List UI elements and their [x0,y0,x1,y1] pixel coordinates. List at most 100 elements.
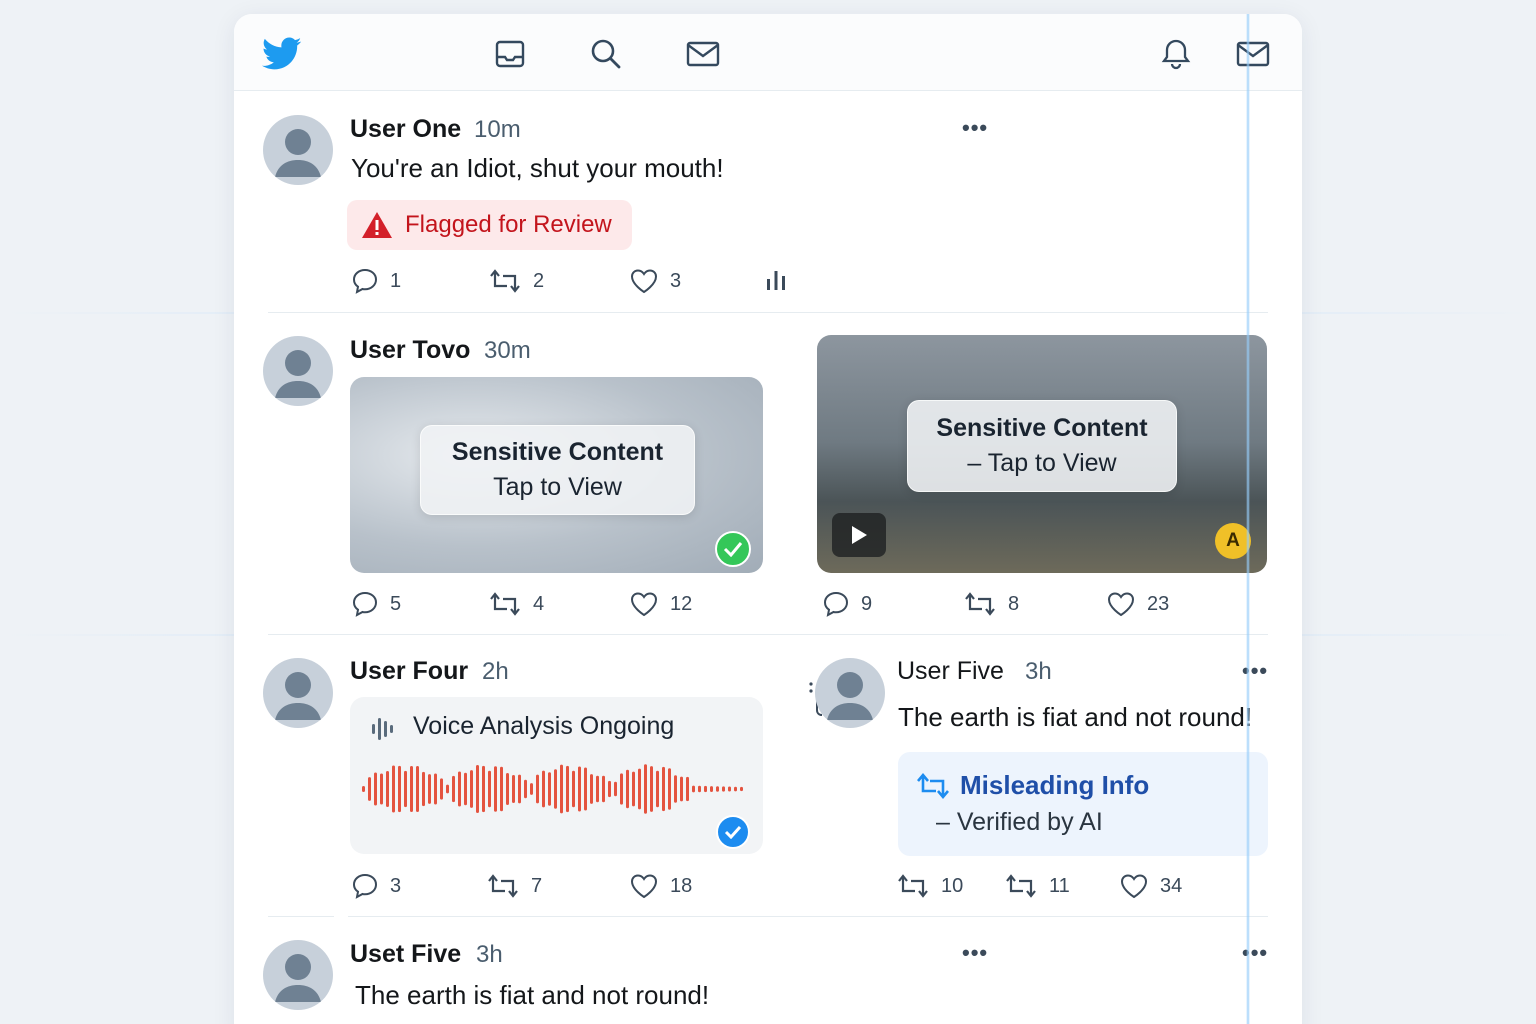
play-icon [852,526,867,544]
like-button[interactable]: 18 [630,873,692,899]
waveform-bar [560,764,563,814]
divider [348,916,1268,917]
more-options-icon[interactable]: ••• [962,940,988,966]
mail-icon[interactable] [684,36,722,72]
top-nav-bar [234,14,1302,91]
waveform-bar [548,772,551,806]
retweet-button[interactable]: 2 [489,268,544,294]
waveform-bar [428,774,431,804]
misleading-info-notice[interactable]: Misleading Info – Verified by AI [898,752,1268,856]
waveform-bar [500,766,503,812]
reply-button[interactable]: 3 [352,873,401,899]
user-name[interactable]: User Five [897,657,1004,686]
sensitive-content-overlay[interactable]: Sensitive Content Tap to View [420,425,695,515]
tweet-text: You're an Idiot, shut your mouth! [351,153,724,183]
waveform-bar [374,772,377,806]
verified-check-icon [715,531,751,567]
waveform-bar [668,768,671,810]
waveform-bar [596,775,599,803]
waveform-bar [650,766,653,812]
reply-count: 1 [390,269,402,292]
avatar[interactable] [263,658,333,728]
retweet-count: 4 [533,592,545,615]
reply-button[interactable]: 1 [352,268,401,294]
like-count: 34 [1160,874,1183,897]
more-options-icon[interactable]: ••• [1242,940,1268,966]
reply-button[interactable]: 5 [352,591,401,617]
waveform-bar [422,771,425,807]
waveform-bar [686,776,689,802]
like-button[interactable]: 3 [630,268,681,294]
user-name[interactable]: Uset Five [350,940,461,969]
more-options-icon[interactable]: ••• [1242,658,1268,684]
sensitive-media[interactable]: Sensitive Content Tap to View [350,377,763,573]
timestamp: 10m [474,116,521,143]
waveform-bar [398,765,401,813]
sensitive-content-overlay[interactable]: Sensitive Content – Tap to View [907,400,1177,492]
waveform-bar [542,770,545,808]
user-name[interactable]: User Four [350,657,468,686]
misleading-title: Misleading Info [960,770,1150,800]
retweet-button[interactable]: 11 [1005,873,1070,899]
inbox-icon[interactable] [492,36,528,72]
waveform-bar [644,764,647,814]
flagged-badge: Flagged for Review [347,200,632,250]
waveform-bar [476,764,479,814]
misleading-subtitle: – Verified by AI [936,808,1103,836]
sensitive-subtitle: – Tap to View [967,449,1117,477]
retweet-button[interactable]: 8 [964,591,1019,617]
waveform-bar [722,786,725,792]
retweet-count: 11 [1049,874,1070,897]
waveform-bar [566,765,569,813]
like-button[interactable]: 23 [1107,591,1169,617]
ai-badge: A [1215,523,1251,559]
mail-icon[interactable] [1234,36,1272,72]
verified-check-icon [716,815,750,849]
user-name[interactable]: User One [350,115,461,144]
divider [268,916,334,917]
waveform-bar [662,766,665,812]
heart-icon [1120,874,1148,899]
heart-icon [1107,592,1135,617]
avatar[interactable] [263,336,333,406]
play-button[interactable] [832,513,886,557]
twitter-logo-icon[interactable] [260,34,304,74]
analytics-icon [767,271,785,290]
avatar[interactable] [263,940,333,1010]
waveform-bar [680,776,683,802]
more-options-icon[interactable]: ••• [962,115,988,141]
like-button[interactable]: 34 [1120,873,1182,899]
waveform-bar [512,774,515,804]
waveform-bar [488,770,491,808]
avatar[interactable] [263,115,333,185]
like-button[interactable]: 12 [630,591,692,617]
retweet-icon [1006,874,1036,898]
reply-button[interactable]: 9 [823,591,872,617]
waveform-bar [368,777,371,801]
waveform-bar [728,786,731,792]
search-icon[interactable] [588,36,624,72]
like-count: 3 [670,269,682,292]
retweet-count: 2 [533,269,545,292]
sensitive-video[interactable]: Sensitive Content – Tap to View A [817,335,1267,573]
waveform-bar [362,786,365,792]
retweet-count: 7 [531,874,543,897]
sensitive-title: Sensitive Content [451,438,664,466]
retweet-button[interactable]: 7 [487,873,542,899]
warning-icon [362,212,392,238]
flagged-label: Flagged for Review [405,211,612,238]
analytics-button[interactable] [764,268,788,292]
bell-icon[interactable] [1158,36,1194,72]
voice-analysis-card[interactable]: Voice Analysis Ongoing [350,697,763,854]
timestamp: 3h [476,941,503,968]
avatar[interactable] [815,658,885,728]
timestamp: 30m [484,337,531,364]
waveform-bar [524,779,527,799]
tweet-text: The earth is fiat and not round! [355,980,710,1010]
waveform-bar [584,767,587,811]
retweet-button[interactable]: 10 [897,873,963,899]
retweet-button[interactable]: 4 [489,591,544,617]
waveform-bar [734,786,737,792]
heart-icon [630,592,658,617]
user-name[interactable]: User Tovo [350,336,470,365]
